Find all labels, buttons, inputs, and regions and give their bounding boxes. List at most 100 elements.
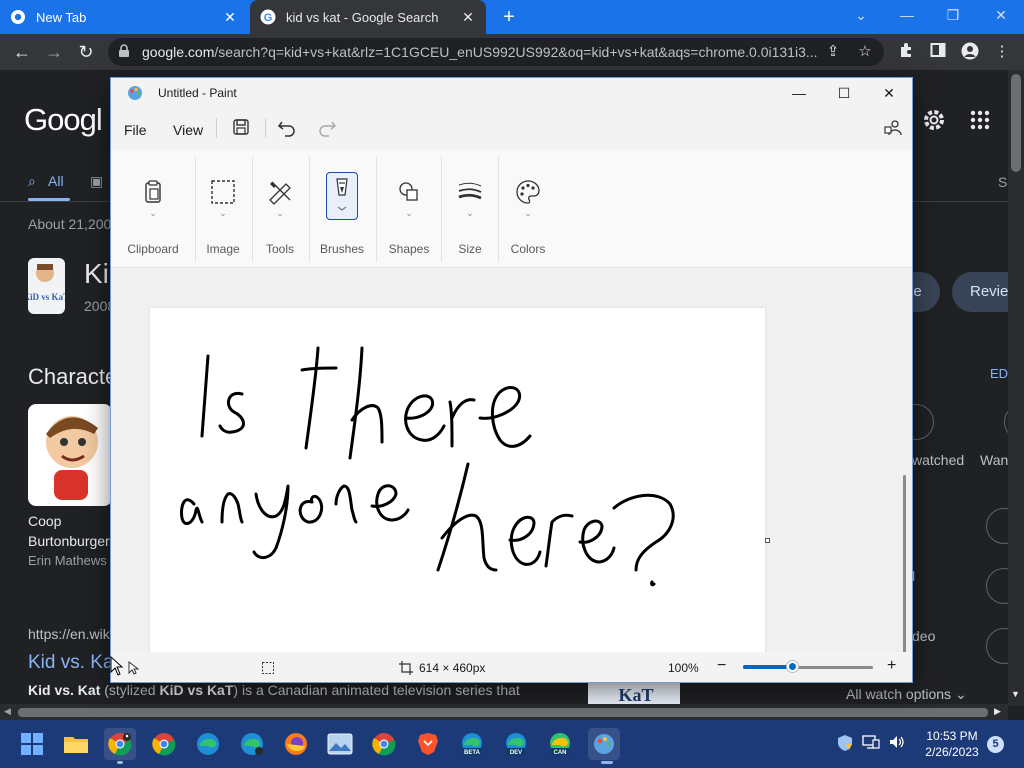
minimize-icon[interactable]: —	[884, 0, 930, 30]
tab-kid-vs-kat-search[interactable]: G kid vs kat - Google Search ✕	[250, 0, 486, 34]
photos-icon[interactable]	[324, 728, 356, 760]
canvas-vertical-scrollbar[interactable]	[903, 475, 906, 652]
paint-close-icon[interactable]: ✕	[866, 78, 912, 108]
restore-icon[interactable]: ❐	[930, 0, 976, 30]
all-watch-options-button[interactable]: All watch options ⌄	[846, 686, 967, 703]
notification-badge[interactable]: 5	[987, 736, 1004, 753]
close-window-icon[interactable]: ✕	[978, 0, 1024, 30]
colors-group[interactable]: ⌄ Colors	[501, 150, 555, 268]
group-label: Colors	[510, 242, 546, 256]
system-clock[interactable]: 10:53 PM 2/26/2023	[918, 728, 986, 760]
paint-maximize-icon[interactable]: ☐	[821, 78, 867, 108]
handwriting-line-1	[200, 346, 532, 460]
zoom-slider-thumb[interactable]	[786, 660, 800, 673]
zoom-out-icon[interactable]: −	[717, 657, 726, 675]
bookmark-star-icon[interactable]: ☆	[856, 43, 874, 61]
tab-new-tab[interactable]: New Tab ✕	[0, 0, 248, 34]
canvas-area	[111, 269, 912, 652]
edge-beta-icon[interactable]: BETA	[456, 728, 488, 760]
scrollbar-thumb[interactable]	[1011, 74, 1021, 172]
group-label: Shapes	[388, 242, 430, 256]
address-bar[interactable]: google.com/search?q=kid+vs+kat&rlz=1C1GC…	[108, 38, 884, 66]
canvas-resize-handle[interactable]	[765, 538, 770, 543]
share-icon[interactable]: ⇪	[824, 43, 842, 61]
result-snippet: Kid vs. Kat (stylized KiD vs KaT) is a C…	[28, 682, 520, 698]
svg-text:DEV: DEV	[510, 750, 522, 756]
shapes-group[interactable]: ⌄ Shapes	[381, 150, 437, 268]
forward-arrow-icon[interactable]: →	[42, 40, 66, 64]
tab-close-icon[interactable]: ✕	[222, 9, 238, 26]
svg-text:KiD vs KaT: KiD vs KaT	[28, 292, 65, 302]
result-url[interactable]: https://en.wik	[28, 626, 110, 642]
edge-icon[interactable]	[192, 728, 224, 760]
running-indicator	[117, 761, 123, 764]
scroll-left-arrow-icon[interactable]: ◀	[4, 706, 11, 717]
network-icon[interactable]	[862, 734, 880, 753]
result-title-link[interactable]: Kid vs. Ka	[28, 652, 114, 674]
edge-profile-icon[interactable]	[236, 728, 268, 760]
selection-size-icon	[261, 661, 275, 678]
chrome-icon	[10, 9, 26, 25]
back-arrow-icon[interactable]: ←	[10, 40, 34, 64]
volume-icon[interactable]	[888, 734, 906, 753]
character-image[interactable]	[28, 404, 112, 506]
view-menu[interactable]: View	[173, 122, 203, 138]
tab-close-icon[interactable]: ✕	[460, 9, 476, 26]
result-thumbnail[interactable]: KaT	[588, 682, 680, 705]
edge-canary-icon[interactable]: CAN	[544, 728, 576, 760]
redo-icon[interactable]	[317, 118, 339, 140]
apps-grid-icon[interactable]	[970, 110, 990, 135]
file-explorer-icon[interactable]	[60, 728, 92, 760]
chevron-down-icon[interactable]: ⌄	[838, 0, 884, 30]
chrome-icon[interactable]	[148, 728, 180, 760]
character-last-name[interactable]: Burtonburger	[28, 533, 110, 549]
edit-link[interactable]: ED	[990, 366, 1008, 381]
size-group[interactable]: ⌄ Size	[445, 150, 495, 268]
brushes-group[interactable]: Brushes	[314, 150, 370, 268]
tab-all[interactable]: All	[48, 173, 64, 189]
windows-taskbar: BETA DEV CAN 10:53 PM 2/26/2023 5	[0, 720, 1024, 768]
brave-icon[interactable]	[412, 728, 444, 760]
firefox-icon[interactable]	[280, 728, 312, 760]
chrome-profile-icon[interactable]	[104, 728, 136, 760]
edge-dev-icon[interactable]: DEV	[500, 728, 532, 760]
new-tab-plus-icon[interactable]: +	[498, 4, 520, 30]
drawing-canvas[interactable]	[150, 308, 765, 652]
lock-icon[interactable]	[118, 44, 130, 63]
palette-icon	[512, 176, 544, 208]
side-panel-icon[interactable]	[928, 42, 948, 62]
tools-partial-text[interactable]: S	[998, 174, 1007, 190]
image-group[interactable]: ⌄ Image	[199, 150, 247, 268]
file-menu[interactable]: File	[124, 122, 147, 138]
canvas-dimensions: 614 × 460px	[419, 661, 486, 675]
profile-avatar-icon[interactable]	[960, 42, 980, 62]
paint-minimize-icon[interactable]: —	[776, 78, 822, 108]
zoom-percent[interactable]: 100%	[668, 661, 699, 675]
share-people-icon[interactable]	[883, 118, 905, 140]
more-menu-icon[interactable]: ⋮	[992, 42, 1012, 62]
scrollbar-thumb[interactable]	[18, 708, 988, 717]
settings-gear-icon[interactable]	[922, 108, 946, 137]
mouse-pointer-icon	[110, 655, 124, 681]
tools-group[interactable]: ⌄ Tools	[256, 150, 304, 268]
start-windows-icon[interactable]	[16, 728, 48, 760]
chevron-down-icon: ⌄	[405, 208, 413, 218]
save-icon[interactable]	[232, 118, 254, 140]
extensions-puzzle-icon[interactable]	[896, 42, 916, 62]
chrome-icon[interactable]	[368, 728, 400, 760]
zoom-in-icon[interactable]: +	[887, 657, 896, 675]
paint-icon[interactable]	[588, 728, 620, 760]
undo-icon[interactable]	[277, 118, 299, 140]
scroll-down-arrow-icon[interactable]: ▼	[1011, 689, 1020, 699]
reload-icon[interactable]: ↻	[74, 40, 98, 64]
images-icon[interactable]: ▣	[90, 173, 103, 190]
scroll-right-arrow-icon[interactable]: ▶	[994, 706, 1001, 717]
show-thumbnail[interactable]: KiD vs KaT	[28, 258, 65, 314]
paint-window-title: Untitled - Paint	[158, 86, 237, 100]
handwritten-drawing	[180, 346, 675, 587]
google-logo[interactable]: Googl	[24, 102, 103, 138]
security-warning-icon[interactable]	[836, 734, 854, 755]
clipboard-group[interactable]: ⌄ Clipboard	[123, 150, 183, 268]
group-label: Tools	[265, 242, 294, 256]
character-first-name[interactable]: Coop	[28, 513, 61, 529]
